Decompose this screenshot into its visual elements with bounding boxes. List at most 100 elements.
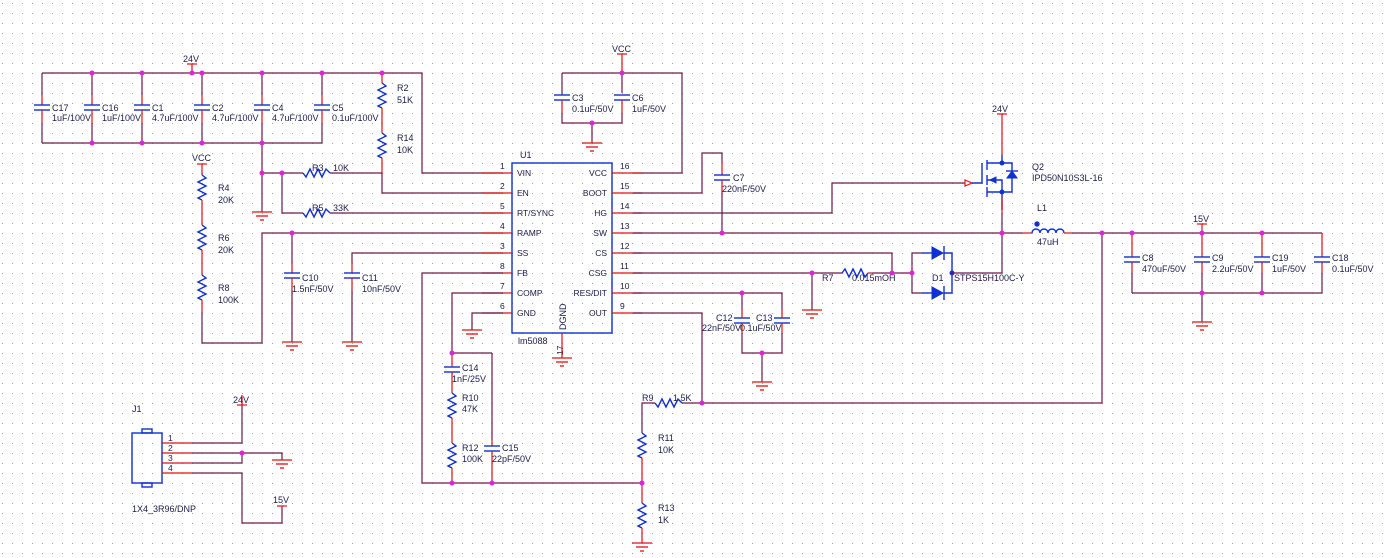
junction-dot [1199, 230, 1205, 236]
r3-ref: R3 [312, 163, 324, 173]
r2-value: 51K [397, 95, 413, 105]
power-label-vcc-left: VCC [192, 153, 212, 163]
cap-value: 1uF/100V [52, 113, 91, 123]
junction-dot [699, 400, 705, 406]
l1-value: 47uH [1037, 237, 1059, 247]
pin-number: 13 [620, 221, 630, 231]
junction-dot [909, 270, 915, 276]
c12-ref: C12 [716, 313, 733, 323]
junction-dot [239, 450, 245, 456]
cap-value: 2.2uF/50V [1212, 264, 1254, 274]
r10-value: 47K [462, 404, 478, 414]
junction-dot [189, 70, 195, 76]
junction-dot [639, 480, 645, 486]
pin-name: VCC [589, 168, 607, 178]
power-label-15v-j1: 15V [273, 495, 289, 505]
pin-number: 14 [620, 201, 630, 211]
junction-dot [719, 230, 725, 236]
junction-dot [1259, 290, 1265, 296]
c14-value: 1nF/25V [452, 374, 486, 384]
junction-dot [139, 140, 145, 146]
j1-pin-1: 1 [168, 433, 173, 443]
r5-ref: R5 [312, 203, 324, 213]
pin-name: VIN [517, 168, 531, 178]
r4-value: 20K [218, 195, 234, 205]
junction-dot [289, 230, 295, 236]
junction-dot [759, 350, 765, 356]
pin-number: 9 [620, 301, 625, 311]
c3-value: 0.1uF/50V [572, 104, 614, 114]
cap-value: 0.1uF/50V [1332, 264, 1374, 274]
junction-dot [619, 70, 625, 76]
pin-name: SW [593, 228, 607, 238]
u1-part: lm5088 [518, 336, 548, 346]
j1-pin-3: 3 [168, 453, 173, 463]
cap-value: 4.7uF/100V [272, 113, 319, 123]
grid-background [0, 0, 1392, 558]
pin-name: OUT [589, 308, 607, 318]
c15-value: 22pF/50V [492, 454, 531, 464]
cap-value: 4.7uF/100V [152, 113, 199, 123]
junction-dot [319, 70, 325, 76]
pin-number: 4 [500, 221, 505, 231]
c10-ref: C10 [302, 273, 319, 283]
r9-value: 1.5K [673, 393, 692, 403]
r5-value: 33K [333, 203, 349, 213]
junction-dot [1199, 290, 1205, 296]
r12-ref: R12 [462, 443, 479, 453]
r13-ref: R13 [658, 503, 675, 513]
pin-name: EN [517, 188, 529, 198]
c11-value: 10nF/50V [362, 284, 401, 294]
junction-dot [139, 70, 145, 76]
c13-ref: C13 [756, 313, 773, 323]
schematic-canvas[interactable]: 24V C171uF/100VC161uF/100VC14.7uF/100VC2… [0, 0, 1392, 558]
r8-value: 100K [218, 295, 239, 305]
cap-value: 470uF/50V [1142, 264, 1186, 274]
pin-name: CSG [589, 268, 607, 278]
power-label-24v-j1: 24V [233, 395, 249, 405]
pin-name: FB [517, 268, 528, 278]
pin-name: BOOT [583, 188, 607, 198]
cap-ref: C8 [1142, 253, 1154, 263]
r14-ref: R14 [397, 133, 414, 143]
junction-dot [489, 480, 495, 486]
cap-ref: C1 [152, 103, 164, 113]
power-label-15v-out: 15V [1193, 214, 1209, 224]
junction-dot [199, 70, 205, 76]
r12-value: 100K [462, 454, 483, 464]
pin-number: 3 [500, 241, 505, 251]
d1-part: STPS15H100C-Y [954, 273, 1025, 283]
junction-dot [199, 140, 205, 146]
r10-ref: R10 [462, 393, 479, 403]
pin-number: 11 [620, 261, 629, 271]
junction-dot [259, 70, 265, 76]
pin-name: COMP [517, 288, 543, 298]
j1-pin-2: 2 [168, 443, 173, 453]
r7-ref: R7 [822, 273, 834, 283]
pin-number: 6 [500, 301, 505, 311]
c12-value: 22nF/50V [702, 323, 741, 333]
r13-value: 1K [658, 515, 669, 525]
junction-dot [589, 120, 595, 126]
pin-name: RES/DIT [573, 288, 607, 298]
r11-ref: R11 [658, 433, 674, 443]
pin-name: RT/SYNC [517, 208, 554, 218]
pin-number: 1 [500, 161, 505, 171]
c7-value: 220nF/50V [722, 184, 766, 194]
pin-number: 10 [620, 281, 630, 291]
l1-ref: L1 [1037, 203, 1047, 213]
power-label-vcc-top: VCC [612, 44, 632, 54]
junction-dot [449, 350, 455, 356]
pin-name: HG [594, 208, 607, 218]
junction-dot [1099, 230, 1105, 236]
junction-dot [449, 480, 455, 486]
r7-value: 0.015mOH [852, 273, 896, 283]
q2-ref: Q2 [1032, 162, 1044, 172]
cap-ref: C9 [1212, 253, 1224, 263]
cap-value: 1uF/100V [102, 113, 141, 123]
junction-dot [1259, 230, 1265, 236]
cap-ref: C2 [212, 103, 224, 113]
c11-ref: C11 [362, 273, 378, 283]
junction-dot [259, 170, 265, 176]
u1-ref: U1 [520, 150, 532, 160]
